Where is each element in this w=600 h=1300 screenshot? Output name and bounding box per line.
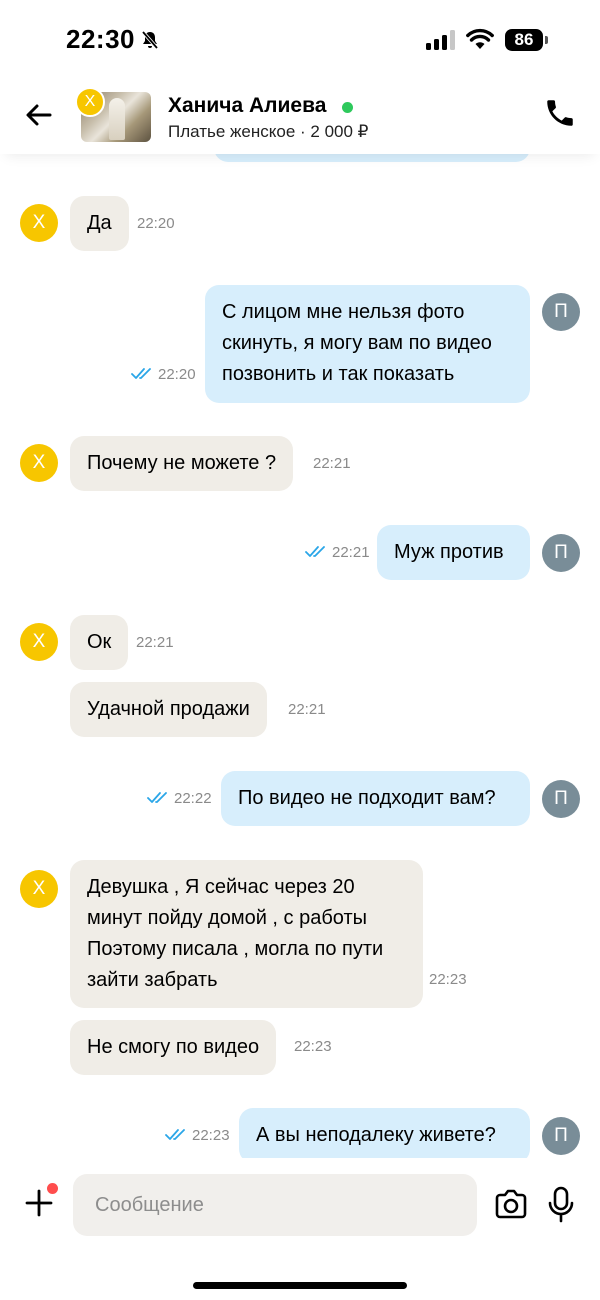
outgoing-message[interactable]: С лицом мне нельзя фото скинуть, я могу …	[205, 285, 530, 403]
contact-name[interactable]: Ханича Алиева	[168, 94, 326, 118]
status-bar: 22:30 86	[0, 0, 600, 80]
read-checkmarks-icon	[147, 792, 167, 803]
message-time: 22:20	[137, 215, 175, 232]
read-checkmarks-icon	[165, 1129, 185, 1140]
cellular-signal-icon	[426, 30, 455, 50]
message-time: 22:20	[158, 366, 196, 383]
message-time: 22:21	[313, 455, 351, 472]
wifi-icon	[466, 28, 494, 49]
dress-image	[109, 98, 125, 140]
message-time: 22:23	[192, 1127, 230, 1144]
incoming-message[interactable]: Да	[70, 196, 129, 251]
bell-slash-icon	[141, 30, 159, 50]
outgoing-message[interactable]: Муж против	[377, 525, 530, 580]
contact-avatar: Х	[20, 623, 58, 661]
my-avatar: П	[542, 1117, 580, 1155]
contact-avatar: Х	[20, 444, 58, 482]
read-checkmarks-icon	[305, 546, 325, 557]
microphone-icon[interactable]	[546, 1186, 576, 1224]
incoming-message[interactable]: Ок	[70, 615, 129, 670]
contact-avatar: Х	[20, 204, 58, 242]
battery-icon: 86	[505, 29, 543, 51]
incoming-message[interactable]: Девушка , Я сейчас через 20 минут пойду …	[70, 860, 423, 1008]
message-time: 22:21	[288, 701, 326, 718]
message-list[interactable]: Х Да 22:20 С лицом мне нельзя фото скину…	[0, 154, 600, 1158]
incoming-message[interactable]: Почему не можете ?	[70, 436, 294, 491]
status-time: 22:30	[66, 24, 135, 54]
outgoing-message[interactable]: По видео не подходит вам?	[221, 771, 530, 826]
message-time: 22:23	[294, 1038, 332, 1055]
message-time: 22:21	[136, 634, 174, 651]
my-avatar: П	[542, 534, 580, 572]
arrow-left-icon[interactable]	[22, 98, 56, 132]
message-input[interactable]	[73, 1174, 477, 1236]
home-indicator	[193, 1282, 407, 1289]
battery-tip	[545, 36, 548, 44]
outgoing-message[interactable]: А вы неподалеку живете?	[239, 1108, 530, 1158]
chat-header: Х Ханича Алиева Платье женское · 2 000 ₽	[0, 80, 600, 154]
online-status-dot	[342, 102, 353, 113]
previous-message-bubble[interactable]	[214, 154, 530, 162]
contact-avatar: Х	[75, 87, 105, 117]
phone-icon[interactable]	[543, 96, 577, 130]
message-time: 22:21	[332, 544, 370, 561]
message-composer	[0, 1158, 600, 1300]
message-time: 22:22	[174, 790, 212, 807]
read-checkmarks-icon	[131, 368, 151, 379]
listing-info[interactable]: Платье женское · 2 000 ₽	[168, 122, 368, 142]
my-avatar: П	[542, 780, 580, 818]
message-time: 22:23	[429, 971, 467, 988]
incoming-message[interactable]: Не смогу по видео	[70, 1020, 277, 1075]
contact-avatar: Х	[20, 870, 58, 908]
notification-dot	[47, 1183, 58, 1194]
incoming-message[interactable]: Удачной продажи	[70, 682, 267, 737]
camera-icon[interactable]	[493, 1187, 529, 1223]
my-avatar: П	[542, 293, 580, 331]
